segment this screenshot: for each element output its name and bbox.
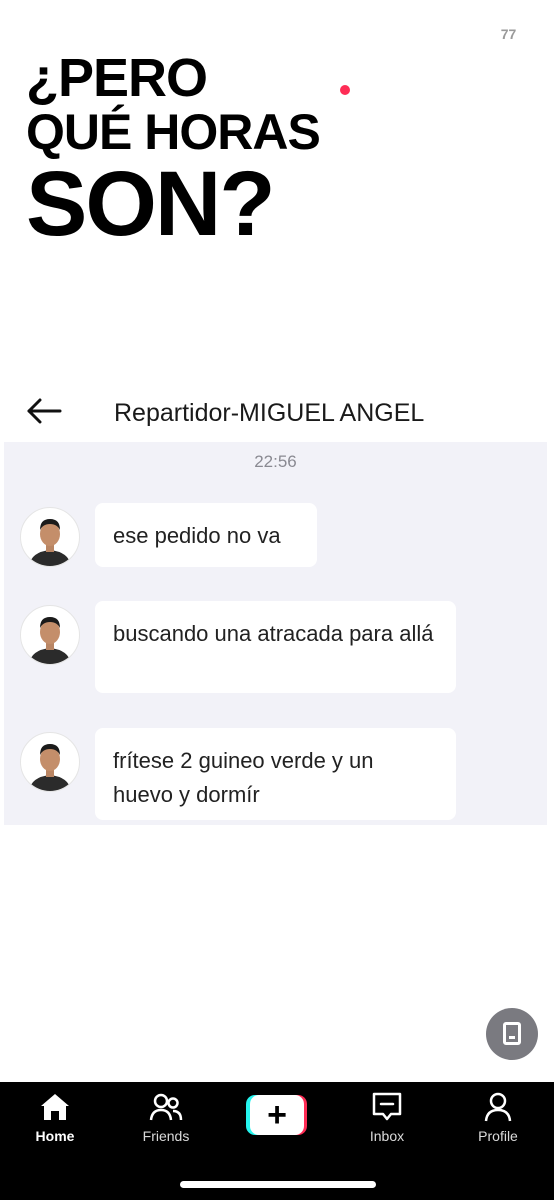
tab-friends-label: Friends — [142, 1128, 190, 1144]
message-timestamp: 22:56 — [254, 452, 297, 471]
avatar[interactable] — [20, 507, 80, 567]
tab-friends[interactable]: Friends — [121, 1090, 211, 1144]
home-icon — [38, 1090, 72, 1124]
tab-home-label: Home — [35, 1128, 75, 1144]
floating-document-button[interactable] — [486, 1008, 538, 1060]
tab-home[interactable]: Home — [10, 1090, 100, 1144]
plus-icon: + — [250, 1095, 304, 1135]
back-arrow-icon[interactable] — [26, 398, 62, 424]
friends-icon — [149, 1090, 183, 1124]
search-icon[interactable] — [496, 84, 532, 120]
star-icon: ★ — [97, 22, 116, 45]
create-button[interactable]: + — [246, 1095, 307, 1135]
avatar[interactable] — [20, 605, 80, 665]
inbox-icon — [370, 1090, 404, 1124]
overlay-title: ¿PERO QUÉ HORAS SON? — [26, 48, 321, 255]
message-bubble: ese pedido no va — [95, 503, 317, 567]
battery-icon: 77 — [493, 25, 524, 43]
avatar[interactable] — [20, 732, 80, 792]
message-bubble: frítese 2 guineo verde y un huevo y dorm… — [95, 728, 456, 820]
contact-name: Repartidor-MIGUEL ANGEL — [114, 399, 425, 427]
signal-icon — [429, 26, 457, 44]
message-bubble: buscando una atracada para allá — [95, 601, 456, 693]
document-icon — [503, 1022, 521, 1045]
tab-inbox[interactable]: Inbox — [342, 1090, 432, 1144]
notification-dot — [340, 85, 350, 95]
network-type: 4G — [462, 25, 485, 44]
tab-profile-label: Profile — [478, 1128, 518, 1144]
tab-for-you[interactable]: For You — [366, 88, 447, 114]
chat-area: 22:56 ese pedido no va buscando una atra… — [4, 442, 547, 825]
overlay-title-line3: SON? — [26, 153, 276, 255]
tab-inbox-label: Inbox — [369, 1128, 405, 1144]
tab-profile[interactable]: Profile — [453, 1090, 543, 1144]
overlay-title-line1: ¿PERO — [26, 48, 208, 108]
active-tab-indicator — [390, 125, 424, 128]
overlay-title-line2: QUÉ HORAS — [26, 104, 321, 160]
status-time: 23:22 — [30, 22, 87, 47]
profile-icon — [481, 1090, 515, 1124]
home-indicator[interactable] — [180, 1181, 376, 1188]
chat-header: Repartidor-MIGUEL ANGEL — [0, 380, 554, 442]
